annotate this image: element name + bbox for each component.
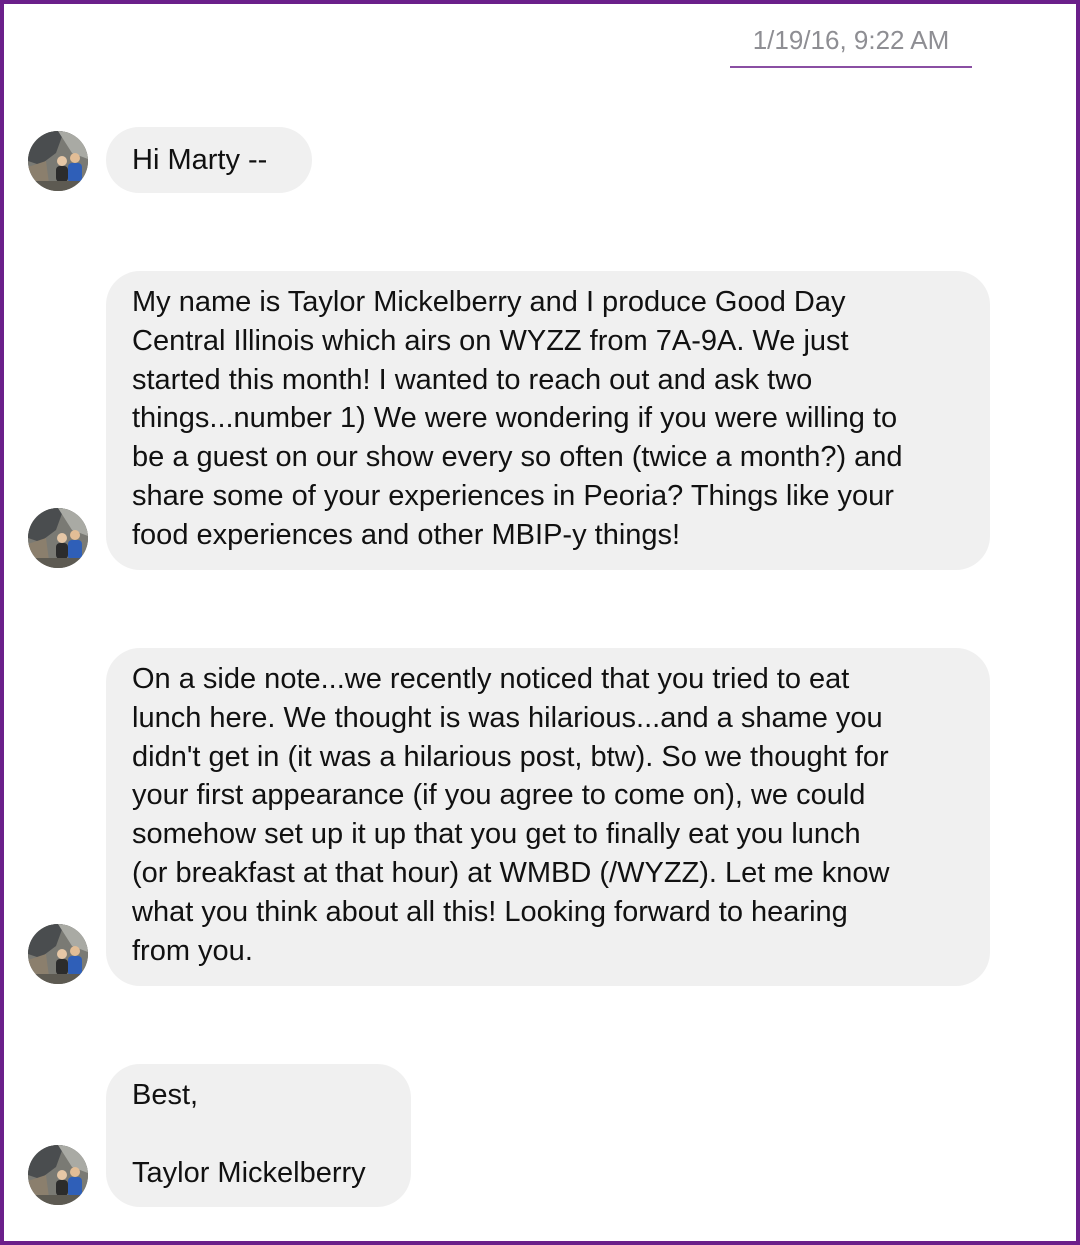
sender-avatar[interactable]: [28, 131, 88, 191]
sender-avatar[interactable]: [28, 924, 88, 984]
avatar-photo-icon: [28, 924, 88, 984]
avatar-photo-icon: [28, 1145, 88, 1205]
avatar-photo-icon: [28, 508, 88, 568]
message-bubble[interactable]: Best, Taylor Mickelberry: [106, 1064, 411, 1207]
conversation-window: 1/19/16, 9:22 AM Hi Marty -- My name is …: [0, 0, 1080, 1245]
message-timestamp: 1/19/16, 9:22 AM: [730, 22, 972, 68]
avatar-photo-icon: [28, 131, 88, 191]
sender-avatar[interactable]: [28, 1145, 88, 1205]
message-bubble[interactable]: Hi Marty --: [106, 127, 312, 193]
sender-avatar[interactable]: [28, 508, 88, 568]
message-bubble[interactable]: On a side note...we recently noticed tha…: [106, 648, 990, 986]
message-bubble[interactable]: My name is Taylor Mickelberry and I prod…: [106, 271, 990, 570]
